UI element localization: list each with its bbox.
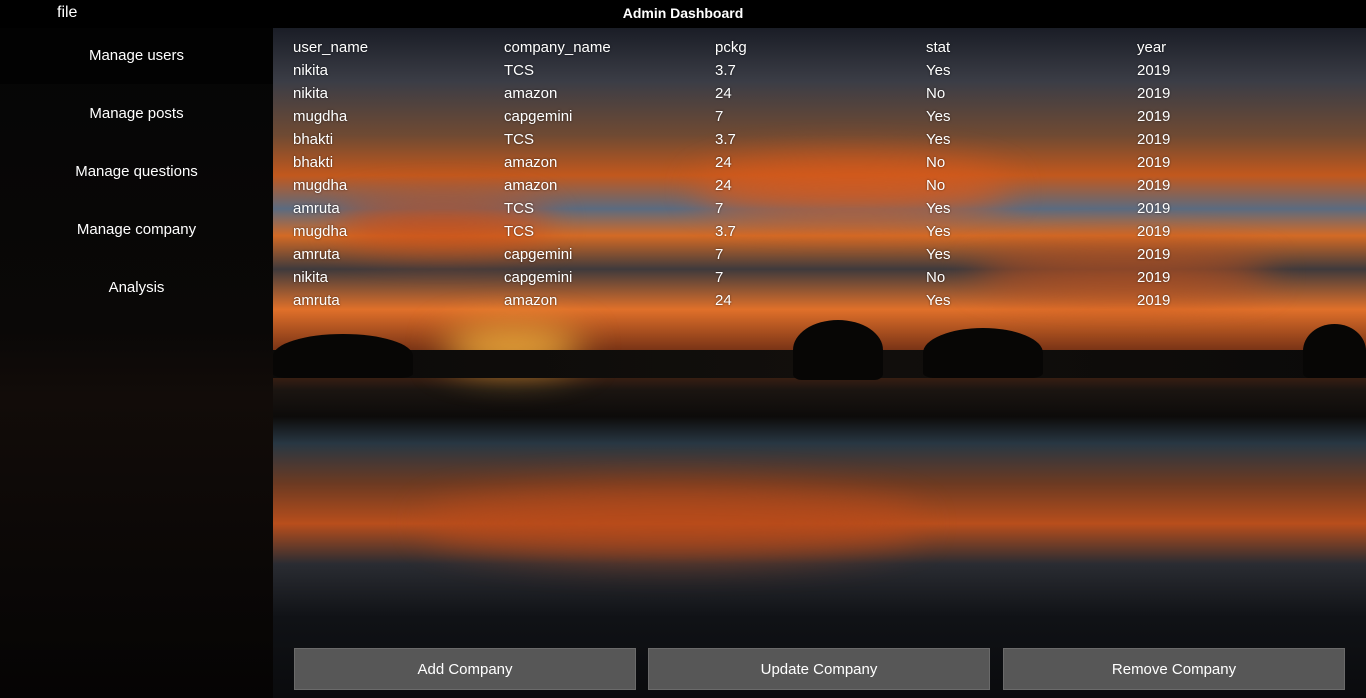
table-cell: 7: [715, 269, 724, 286]
table-cell: nikita: [293, 269, 329, 286]
table-row[interactable]: bhakti amazon 24 No 2019: [293, 151, 1353, 174]
table-cell: 2019: [1137, 200, 1171, 217]
table-row[interactable]: amruta amazon 24 Yes 2019: [293, 289, 1353, 312]
table-cell: amazon: [504, 292, 558, 309]
table-cell: 2019: [1137, 62, 1171, 79]
table-cell: 3.7: [715, 62, 736, 79]
table-cell: Yes: [926, 223, 951, 240]
sidebar-item-manage-posts[interactable]: Manage posts: [0, 86, 273, 142]
table-cell: TCS: [504, 62, 534, 79]
table-cell: 24: [715, 154, 732, 171]
table-cell: No: [926, 154, 946, 171]
table-row[interactable]: mugdha capgemini 7 Yes 2019: [293, 105, 1353, 128]
table-cell: Yes: [926, 108, 951, 125]
sidebar-item-manage-users[interactable]: Manage users: [0, 28, 273, 84]
table-cell: Yes: [926, 200, 951, 217]
column-header[interactable]: user_name: [293, 39, 504, 56]
table-cell: amruta: [293, 292, 340, 309]
table-cell: mugdha: [293, 177, 348, 194]
table-row[interactable]: nikita amazon 24 No 2019: [293, 82, 1353, 105]
table-cell: 2019: [1137, 223, 1171, 240]
table-cell: TCS: [504, 131, 534, 148]
table-cell: 24: [715, 85, 732, 102]
table-header-row: user_name company_name pckg stat year: [293, 36, 1353, 59]
table-row[interactable]: nikita TCS 3.7 Yes 2019: [293, 59, 1353, 82]
table-cell: amazon: [504, 177, 558, 194]
sidebar-item-manage-company[interactable]: Manage company: [0, 202, 273, 258]
table-cell: TCS: [504, 200, 534, 217]
table-cell: 7: [715, 108, 724, 125]
table-cell: 2019: [1137, 292, 1171, 309]
table-cell: Yes: [926, 246, 951, 263]
sidebar-item-analysis[interactable]: Analysis: [0, 260, 273, 316]
table-row[interactable]: mugdha amazon 24 No 2019: [293, 174, 1353, 197]
sidebar: Manage users Manage posts Manage questio…: [0, 28, 273, 698]
table-cell: 3.7: [715, 131, 736, 148]
column-header[interactable]: pckg: [715, 39, 926, 56]
table-cell: No: [926, 85, 946, 102]
table-cell: bhakti: [293, 154, 334, 171]
table-cell: 7: [715, 246, 724, 263]
table-cell: 2019: [1137, 154, 1171, 171]
table-cell: 2019: [1137, 131, 1171, 148]
table-row[interactable]: mugdha TCS 3.7 Yes 2019: [293, 220, 1353, 243]
table-cell: Yes: [926, 62, 951, 79]
page-title: Admin Dashboard: [622, 5, 744, 21]
table-cell: 7: [715, 200, 724, 217]
top-bar: file Admin Dashboard: [0, 0, 1366, 28]
table-row[interactable]: amruta capgemini 7 Yes 2019: [293, 243, 1353, 266]
sidebar-item-manage-questions[interactable]: Manage questions: [0, 144, 273, 200]
column-header[interactable]: year: [1137, 39, 1348, 56]
table-row[interactable]: bhakti TCS 3.7 Yes 2019: [293, 128, 1353, 151]
table-cell: amazon: [504, 85, 558, 102]
column-header[interactable]: company_name: [504, 39, 715, 56]
table-cell: No: [926, 177, 946, 194]
table-cell: capgemini: [504, 246, 573, 263]
table-cell: capgemini: [504, 269, 573, 286]
column-header[interactable]: stat: [926, 39, 1137, 56]
table-cell: 3.7: [715, 223, 736, 240]
table-cell: 2019: [1137, 246, 1171, 263]
table-cell: Yes: [926, 292, 951, 309]
add-company-button[interactable]: Add Company: [294, 648, 636, 690]
table-cell: 2019: [1137, 108, 1171, 125]
table-cell: capgemini: [504, 108, 573, 125]
company-table: user_name company_name pckg stat year ni…: [293, 36, 1353, 312]
table-cell: 2019: [1137, 269, 1171, 286]
table-cell: 24: [715, 292, 732, 309]
table-cell: amruta: [293, 246, 340, 263]
table-cell: mugdha: [293, 223, 348, 240]
table-cell: nikita: [293, 85, 329, 102]
table-cell: No: [926, 269, 946, 286]
table-cell: mugdha: [293, 108, 348, 125]
table-cell: bhakti: [293, 131, 334, 148]
table-row[interactable]: amruta TCS 7 Yes 2019: [293, 197, 1353, 220]
remove-company-button[interactable]: Remove Company: [1003, 648, 1345, 690]
table-cell: 2019: [1137, 85, 1171, 102]
table-row[interactable]: nikita capgemini 7 No 2019: [293, 266, 1353, 289]
table-cell: Yes: [926, 131, 951, 148]
table-cell: nikita: [293, 62, 329, 79]
table-cell: amazon: [504, 154, 558, 171]
table-cell: TCS: [504, 223, 534, 240]
table-cell: amruta: [293, 200, 340, 217]
table-cell: 2019: [1137, 177, 1171, 194]
table-cell: 24: [715, 177, 732, 194]
update-company-button[interactable]: Update Company: [648, 648, 990, 690]
